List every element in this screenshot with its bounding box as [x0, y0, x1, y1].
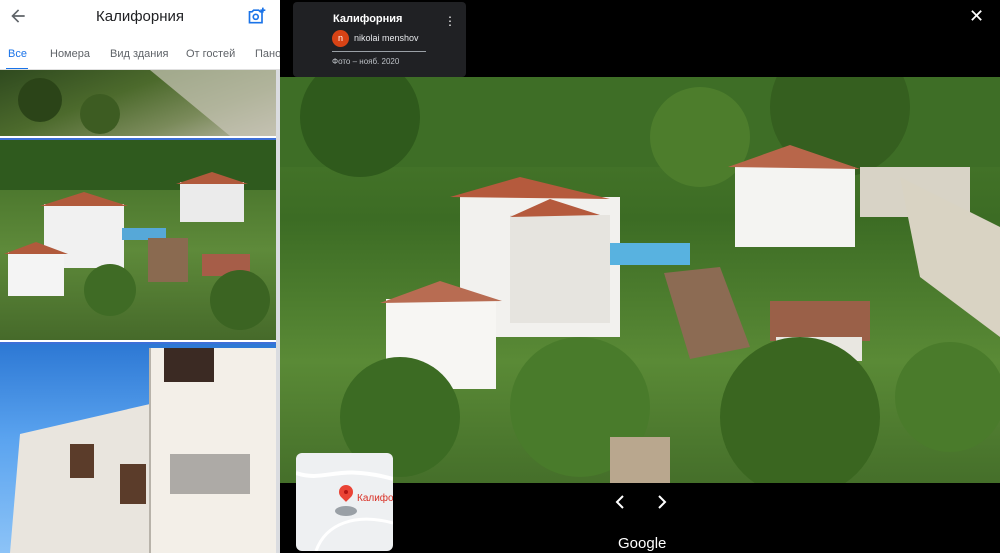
photo-date: Фото – нояб. 2020: [332, 57, 400, 66]
photo-thumbnail[interactable]: [0, 342, 276, 553]
chevron-right-icon: [658, 495, 667, 509]
photo-thumbnail[interactable]: [0, 70, 276, 136]
prev-photo-button[interactable]: [614, 494, 626, 515]
pin-shadow: [335, 506, 357, 516]
google-logo: Google: [618, 535, 667, 552]
map-pin-dot: [344, 490, 348, 494]
tab-all[interactable]: Все: [8, 48, 27, 60]
minimap[interactable]: Калифорния: [296, 453, 393, 551]
tab-from-guests[interactable]: От гостей: [186, 48, 235, 60]
side-panel: Калифорния Все Номера Вид здания От гост…: [0, 0, 280, 553]
divider: [332, 51, 426, 52]
place-title: Калифорния: [333, 13, 403, 25]
more-vert-icon[interactable]: ⋮: [444, 14, 456, 28]
photo-thumbnail-selected[interactable]: [0, 138, 276, 340]
minimap-label: Калифорния: [357, 493, 393, 504]
page-title: Калифорния: [95, 8, 185, 25]
close-icon[interactable]: ✕: [969, 6, 984, 27]
avatar[interactable]: n: [332, 30, 349, 47]
next-photo-button[interactable]: [656, 494, 668, 515]
add-photo-icon[interactable]: [247, 6, 267, 26]
photo-tabs: Все Номера Вид здания От гостей Панорамы: [0, 42, 280, 70]
tab-rooms[interactable]: Номера: [50, 48, 90, 60]
tab-exterior[interactable]: Вид здания: [110, 48, 168, 60]
author-name[interactable]: nikolai menshov: [354, 33, 419, 43]
photo-info-card: Калифорния n nikolai menshov Фото – нояб…: [293, 2, 466, 77]
main-photo[interactable]: [280, 77, 1000, 483]
side-panel-header: Калифорния: [0, 0, 280, 36]
chevron-left-icon: [615, 495, 624, 509]
tab-panoramas[interactable]: Панорамы: [255, 48, 280, 60]
